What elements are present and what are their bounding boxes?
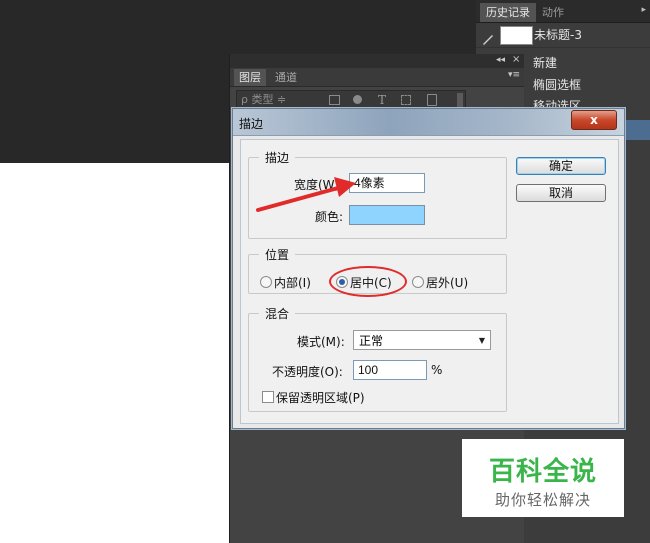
watermark-subtitle: 助你轻松解决	[494, 491, 591, 509]
watermark-title: 百科全说	[488, 457, 597, 487]
watermark: 百科全说 助你轻松解决	[462, 439, 624, 517]
